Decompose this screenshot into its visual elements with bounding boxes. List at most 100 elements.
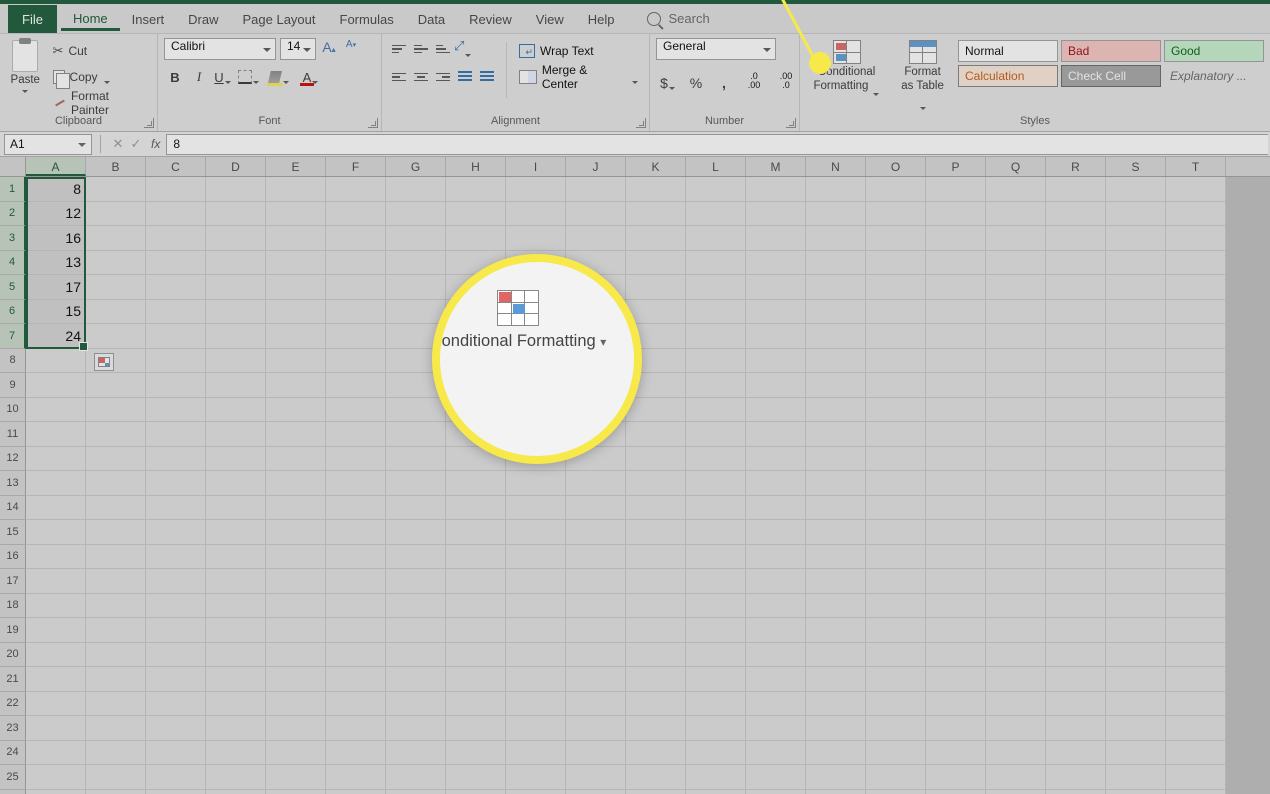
cell[interactable] [626,471,686,496]
cell[interactable] [926,177,986,202]
cell[interactable] [746,447,806,472]
cell[interactable] [746,398,806,423]
cell[interactable] [1046,667,1106,692]
cell[interactable] [986,447,1046,472]
cell[interactable] [386,741,446,766]
file-tab[interactable]: File [8,5,57,33]
cell[interactable] [1106,324,1166,349]
name-box[interactable]: A1 [4,134,92,155]
cell[interactable] [206,177,266,202]
cell[interactable] [1166,496,1226,521]
cell[interactable] [26,741,86,766]
cell[interactable] [86,471,146,496]
row-header[interactable]: 12 [0,447,26,472]
row-header[interactable]: 24 [0,741,26,766]
row-header[interactable]: 20 [0,643,26,668]
cell[interactable] [566,545,626,570]
cell[interactable] [446,765,506,790]
row-header[interactable]: 25 [0,765,26,790]
cell[interactable] [1046,398,1106,423]
cell[interactable] [1046,569,1106,594]
cell[interactable] [146,667,206,692]
cell[interactable] [326,545,386,570]
cell[interactable] [866,667,926,692]
cell[interactable] [1046,741,1106,766]
cell[interactable] [686,324,746,349]
cell[interactable] [866,790,926,794]
cell[interactable] [506,716,566,741]
row-header[interactable]: 22 [0,692,26,717]
cell[interactable] [266,349,326,374]
cell[interactable] [26,790,86,794]
cell[interactable] [806,300,866,325]
cell[interactable] [206,349,266,374]
cell[interactable] [866,765,926,790]
percent-button[interactable]: % [684,72,708,94]
row-header[interactable]: 2 [0,202,26,227]
cell[interactable] [326,692,386,717]
cell-styles-gallery[interactable]: Normal Bad Good Calculation Check Cell E… [958,38,1264,87]
cell[interactable] [26,398,86,423]
cell[interactable] [806,422,866,447]
cell[interactable] [266,618,326,643]
cell[interactable] [86,251,146,276]
cell[interactable] [146,790,206,794]
cell[interactable] [1106,716,1166,741]
tab-data[interactable]: Data [406,7,457,31]
cell[interactable] [446,594,506,619]
row-header[interactable]: 8 [0,349,26,374]
cell[interactable] [986,545,1046,570]
cell[interactable] [506,545,566,570]
cell[interactable] [746,643,806,668]
cell[interactable] [506,496,566,521]
cell[interactable] [686,300,746,325]
cell[interactable] [806,716,866,741]
cell[interactable] [1106,692,1166,717]
cell[interactable] [326,618,386,643]
cell[interactable] [1046,300,1106,325]
cell[interactable] [866,618,926,643]
cell[interactable] [686,643,746,668]
decrease-decimal-button[interactable]: .00.0 [772,72,800,94]
cell[interactable] [1166,545,1226,570]
cell[interactable] [626,716,686,741]
cell[interactable] [926,496,986,521]
align-top-button[interactable] [388,38,410,60]
cell[interactable] [266,692,326,717]
cell[interactable] [806,349,866,374]
cell[interactable] [506,226,566,251]
cell[interactable] [266,765,326,790]
cell[interactable] [626,741,686,766]
cell[interactable] [146,422,206,447]
cell[interactable] [266,373,326,398]
cell[interactable] [686,545,746,570]
cell[interactable] [446,643,506,668]
cell[interactable] [806,692,866,717]
cell[interactable] [446,667,506,692]
cell[interactable] [206,251,266,276]
cell[interactable] [746,741,806,766]
cell[interactable] [866,741,926,766]
cell[interactable] [206,790,266,794]
cell[interactable] [926,618,986,643]
cell[interactable] [1166,275,1226,300]
cell[interactable] [986,692,1046,717]
cell[interactable] [806,177,866,202]
row-header[interactable]: 23 [0,716,26,741]
cell[interactable] [266,741,326,766]
cell[interactable] [326,471,386,496]
cell[interactable]: 15 [26,300,86,325]
cell[interactable] [1166,373,1226,398]
cell[interactable] [266,226,326,251]
cell[interactable] [206,398,266,423]
cell[interactable] [146,496,206,521]
cell[interactable] [626,545,686,570]
cell[interactable] [1046,324,1106,349]
cell[interactable] [386,569,446,594]
column-header[interactable]: A [26,157,86,176]
cell[interactable] [926,471,986,496]
cell[interactable] [1106,373,1166,398]
cell[interactable] [26,471,86,496]
cell[interactable] [506,177,566,202]
cell[interactable] [266,569,326,594]
